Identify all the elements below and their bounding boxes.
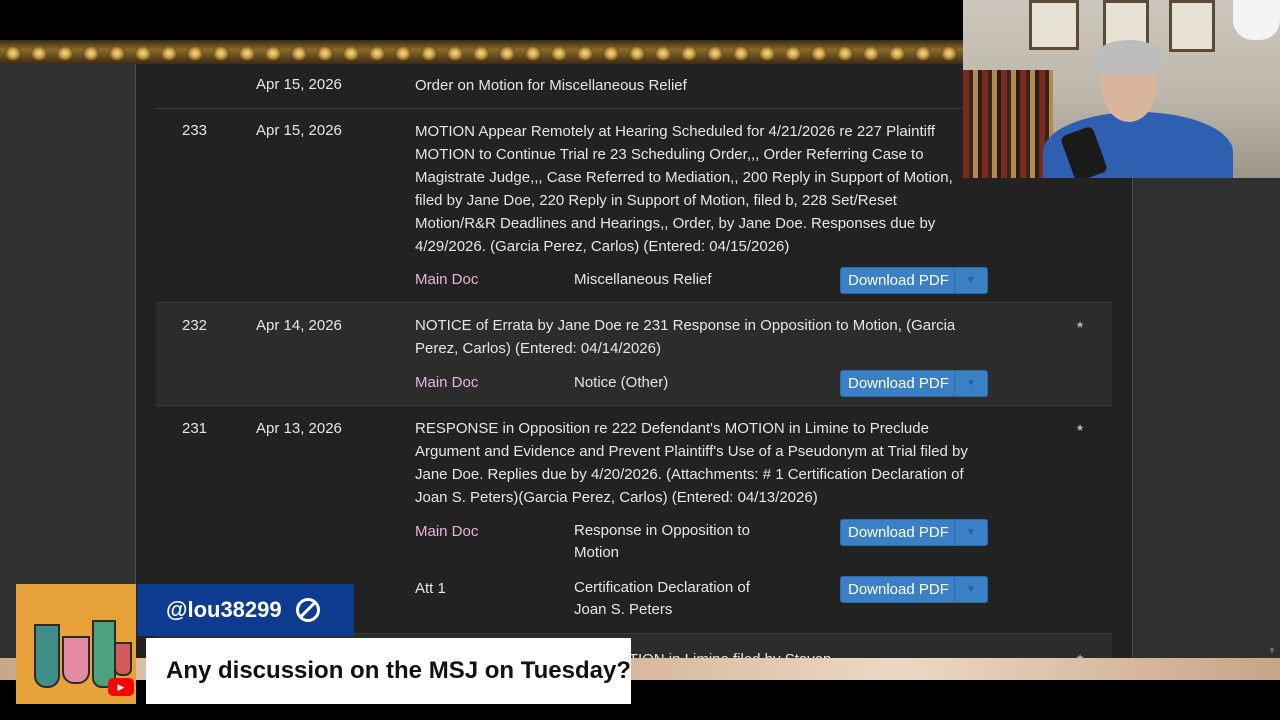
main-doc-link[interactable]: Main Doc [415,271,478,288]
main-doc-link[interactable]: Main Doc [415,523,478,540]
docket-entry-232: 232 Apr 14, 2026 NOTICE of Errata by Jan… [156,303,1112,406]
entry-description: RESPONSE in Opposition re 222 Defendant'… [415,420,968,506]
entry-number: 232 [182,317,208,334]
download-pdf-button[interactable]: Download PDF ▼ [840,519,988,546]
entry-date: Apr 15, 2026 [256,76,342,93]
download-pdf-label: Download PDF [848,524,949,541]
bookshelf [963,70,1053,178]
chat-username-text: @lou38299 [166,597,282,622]
caret-down-icon[interactable]: ▼ [954,577,987,602]
youtube-icon: ▶ [108,678,134,696]
chat-avatar: ▶ [16,584,136,704]
download-pdf-label: Download PDF [848,375,949,392]
lamp [1233,0,1280,40]
wall-frame [1169,0,1215,52]
scroll-down-icon[interactable]: ▼ [1268,646,1276,655]
caret-down-icon[interactable]: ▼ [954,268,987,293]
caret-down-icon[interactable]: ▼ [954,371,987,396]
chat-highlight: ▶ @lou38299 Any discussion on the MSJ on… [16,584,632,704]
wall-frame [1029,0,1079,50]
webcam-overlay [963,0,1280,178]
chat-username: @lou38299 [137,584,354,636]
flask [62,636,90,684]
entry-description: Order on Motion for Miscellaneous Relief [415,77,687,94]
download-pdf-button[interactable]: Download PDF ▼ [840,370,988,397]
entry-description: NOTICE of Errata by Jane Doe re 231 Resp… [415,317,956,357]
entry-number: 231 [182,420,208,437]
main-doc-link[interactable]: Main Doc [415,374,478,391]
download-pdf-button[interactable]: Download PDF ▼ [840,267,988,294]
person-hair [1095,40,1163,74]
share-icon[interactable]: ⭑ [1076,316,1084,333]
document-type: Response in Opposition to Motion [574,522,750,561]
chat-message: Any discussion on the MSJ on Tuesday? [146,638,631,704]
download-pdf-button[interactable]: Download PDF ▼ [840,576,988,603]
share-icon[interactable]: ⭑ [1076,649,1084,658]
entry-date: Apr 13, 2026 [256,420,342,437]
entry-description: MOTION Appear Remotely at Hearing Schedu… [415,123,953,255]
document-type: Miscellaneous Relief [574,271,712,288]
ornate-frame-top [0,40,964,64]
caret-down-icon[interactable]: ▼ [954,520,987,545]
share-icon[interactable]: ⭑ [1076,419,1084,436]
download-pdf-label: Download PDF [848,272,949,289]
entry-date: Apr 15, 2026 [256,122,342,139]
entry-number: 233 [182,122,208,139]
download-pdf-label: Download PDF [848,581,949,598]
flask [114,642,132,676]
ban-icon [295,598,320,622]
flask [34,624,60,688]
entry-date: Apr 14, 2026 [256,317,342,334]
document-type: Notice (Other) [574,374,669,391]
